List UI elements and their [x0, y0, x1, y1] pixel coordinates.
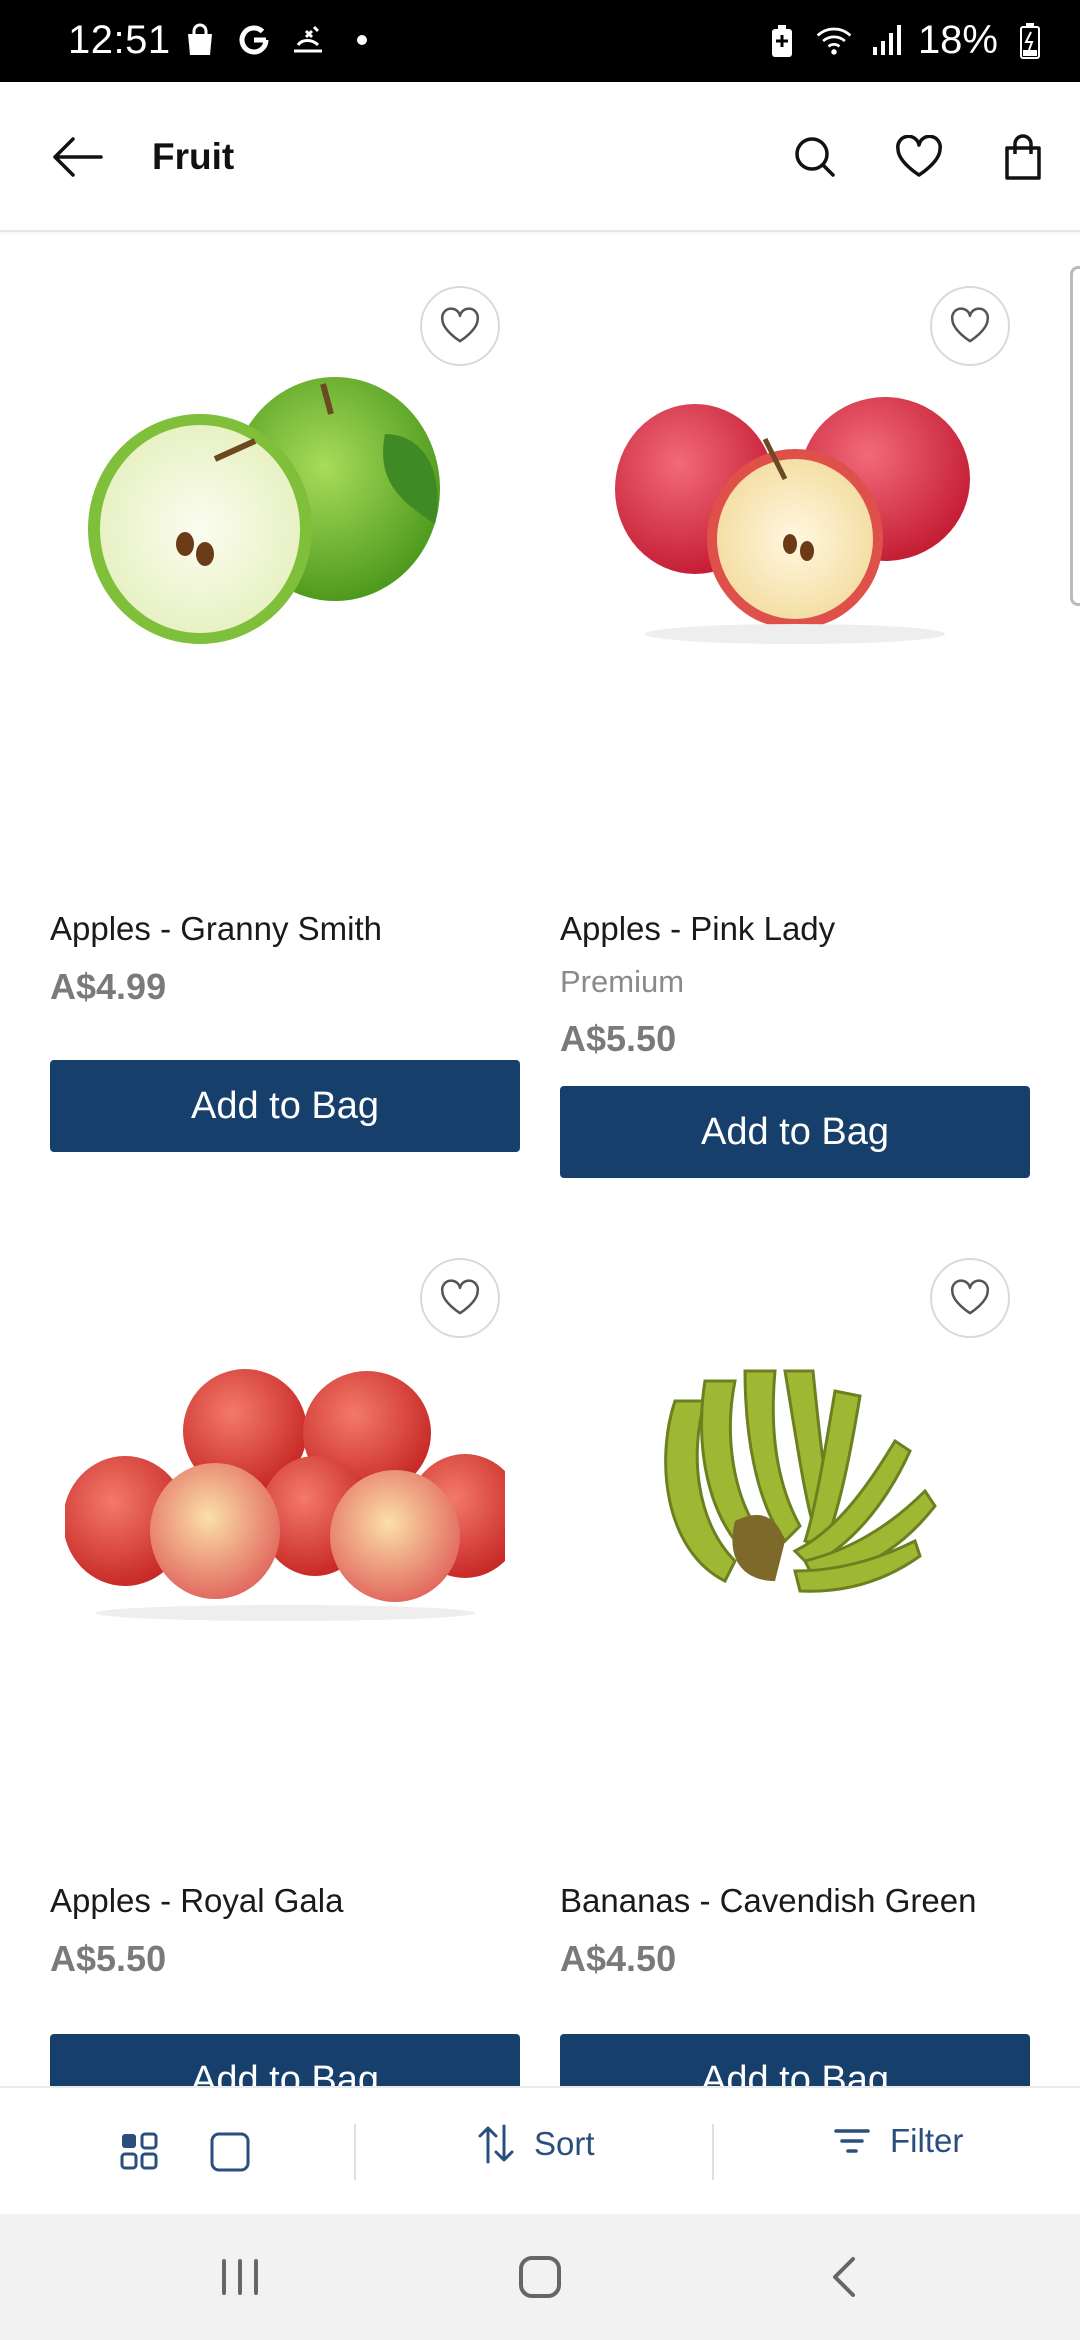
google-icon — [234, 20, 274, 60]
filter-button[interactable]: Filter — [832, 2122, 963, 2160]
battery-saver-icon — [762, 21, 802, 61]
filter-icon — [834, 2129, 870, 2153]
status-time: 12:51 — [68, 18, 171, 62]
app-bar: Fruit — [0, 82, 1080, 232]
recent-apps-icon — [222, 2259, 258, 2295]
wishlist-toggle[interactable] — [930, 286, 1010, 366]
back-arrow-icon — [53, 137, 103, 177]
search-button[interactable] — [780, 122, 850, 192]
sort-label: Sort — [534, 2125, 595, 2162]
add-to-bag-button[interactable]: Add to Bag — [560, 1086, 1030, 1178]
back-button[interactable] — [42, 122, 112, 192]
grid-icon — [120, 2132, 158, 2170]
battery-percent: 18% — [917, 18, 998, 62]
shopping-bag-icon — [180, 20, 220, 60]
notification-icons — [180, 20, 382, 60]
signal-icon — [866, 21, 906, 61]
heart-icon — [950, 1279, 990, 1315]
filter-label: Filter — [890, 2122, 964, 2159]
add-to-bag-button[interactable]: Add to Bag — [50, 1060, 520, 1152]
product-name[interactable]: Bananas - Cavendish Green — [560, 1882, 976, 1920]
list-view-button[interactable] — [200, 2122, 260, 2182]
product-price: A$4.99 — [50, 966, 167, 1007]
pet-icon — [288, 20, 328, 60]
product-grid: Apples - Granny Smith A$4.99 Add to Bag — [0, 234, 1080, 2086]
bag-button[interactable] — [988, 122, 1058, 192]
product-subtitle: Premium — [560, 964, 685, 999]
product-card[interactable]: Bananas - Cavendish Green A$4.50 Add to … — [560, 1206, 1030, 2086]
page-title: Fruit — [152, 136, 235, 177]
toolbar-divider — [354, 2124, 356, 2180]
heart-icon — [440, 307, 480, 343]
bottom-toolbar: Sort Filter — [0, 2086, 1080, 2214]
grid-view-button[interactable] — [110, 2122, 170, 2182]
product-name[interactable]: Apples - Royal Gala — [50, 1882, 343, 1920]
product-card[interactable]: Apples - Granny Smith A$4.99 Add to Bag — [50, 234, 520, 1174]
battery-icon — [1010, 21, 1050, 61]
product-card[interactable]: Apples - Royal Gala A$5.50 Add to Bag — [50, 1206, 520, 2086]
system-nav-bar — [0, 2214, 1080, 2340]
cavendish-bananas-image — [664, 1369, 937, 1593]
status-bar: 12:51 18% — [0, 0, 1080, 82]
product-name[interactable]: Apples - Pink Lady — [560, 910, 835, 948]
product-price: A$5.50 — [50, 1938, 167, 1979]
home-icon — [519, 2256, 561, 2298]
dot-icon — [342, 20, 382, 60]
wifi-icon — [814, 21, 854, 61]
product-name[interactable]: Apples - Granny Smith — [50, 910, 382, 948]
sort-button[interactable]: Sort — [476, 2122, 595, 2166]
wishlist-toggle[interactable] — [420, 1258, 500, 1338]
toolbar-divider — [712, 2124, 714, 2180]
heart-icon — [950, 307, 990, 343]
shopping-bag-icon — [1005, 134, 1041, 180]
add-to-bag-button[interactable]: Add to Bag — [560, 2034, 1030, 2086]
search-icon — [795, 137, 835, 177]
chevron-left-icon — [833, 2257, 855, 2297]
product-card[interactable]: Apples - Pink Lady Premium A$5.50 Add to… — [560, 234, 1030, 1194]
system-back-button[interactable] — [804, 2242, 884, 2312]
sort-icon — [478, 2124, 514, 2164]
granny-smith-apples-image — [88, 377, 440, 644]
product-price: A$4.50 — [560, 1938, 677, 1979]
royal-gala-apples-image — [65, 1369, 505, 1621]
wishlist-toggle[interactable] — [930, 1258, 1010, 1338]
single-view-icon — [210, 2132, 250, 2172]
add-to-bag-button[interactable]: Add to Bag — [50, 2034, 520, 2086]
wishlist-button[interactable] — [884, 122, 954, 192]
home-button[interactable] — [500, 2242, 580, 2312]
heart-icon — [440, 1279, 480, 1315]
heart-icon — [896, 135, 942, 177]
product-price: A$5.50 — [560, 1018, 677, 1059]
wishlist-toggle[interactable] — [420, 286, 500, 366]
pink-lady-apples-image — [615, 397, 970, 644]
recent-apps-button[interactable] — [200, 2242, 280, 2312]
